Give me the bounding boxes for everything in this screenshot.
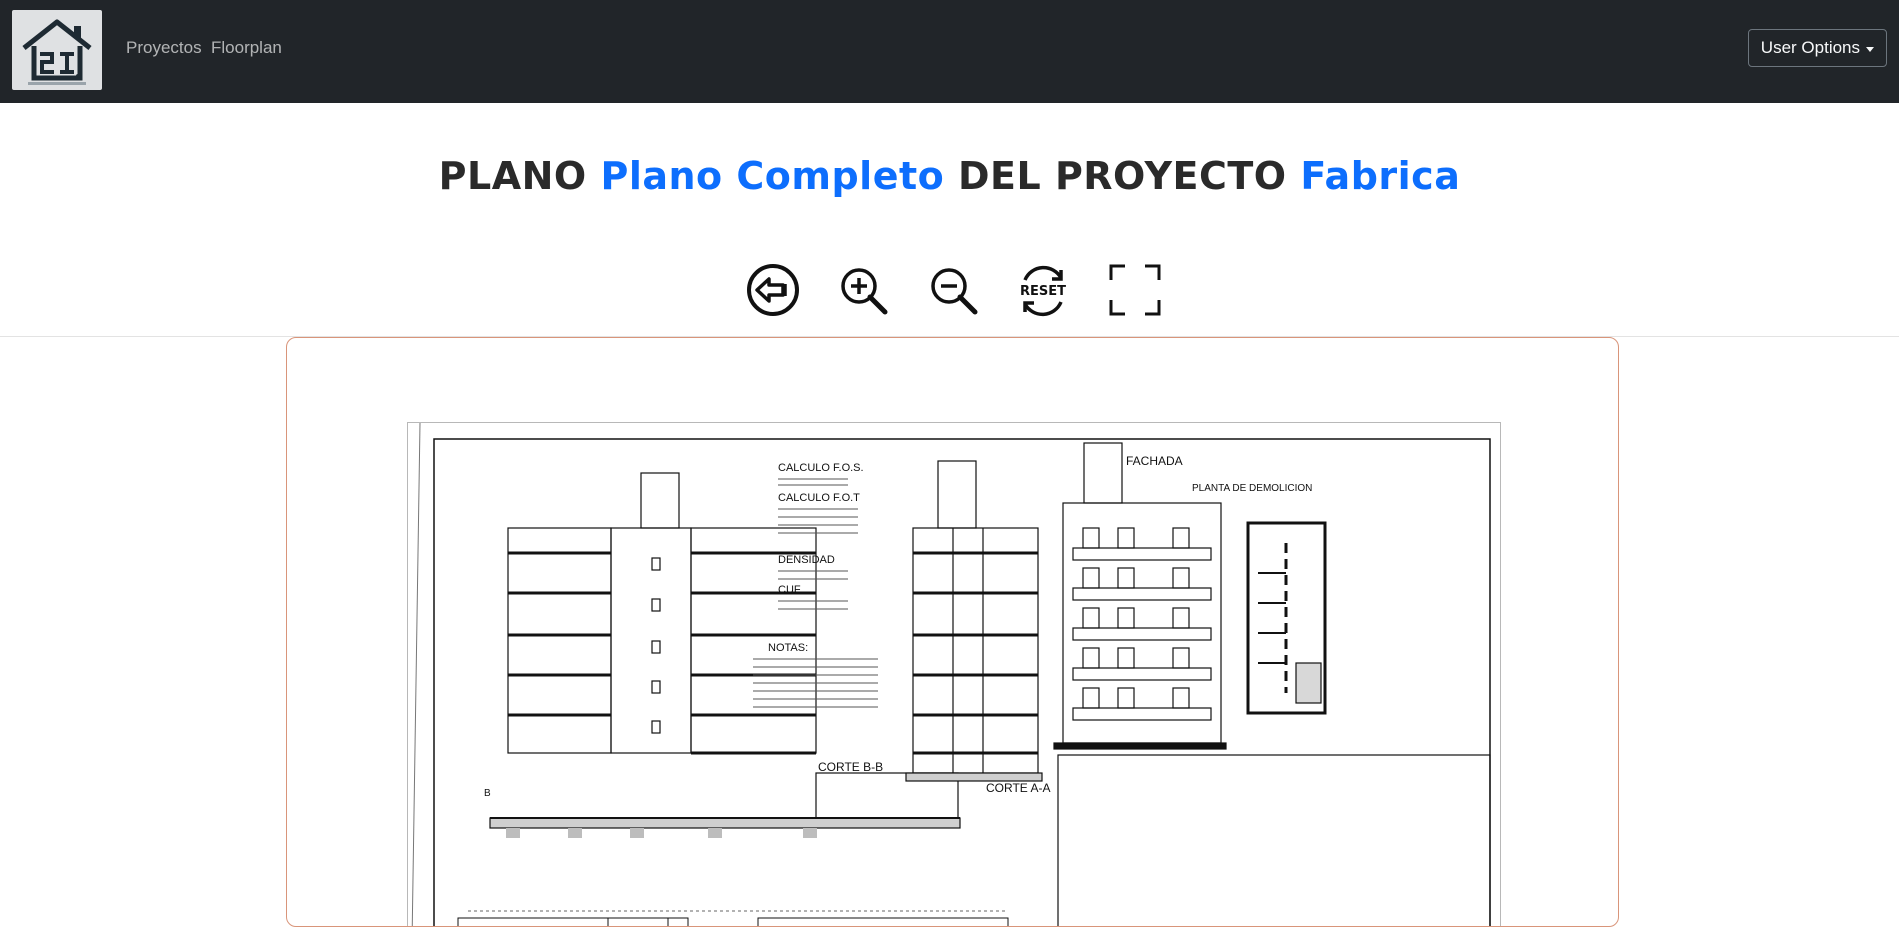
top-navbar: Proyectos Floorplan User Options (0, 0, 1899, 103)
plan-name: Plano Completo (600, 154, 945, 198)
floor-plan-fragments (457, 910, 1009, 926)
user-options-label: User Options (1760, 38, 1860, 57)
cuf-label: CUF (778, 584, 801, 596)
plan-viewer[interactable]: CALCULO F.O.S. CALCULO F.O.T DENSIDAD CU… (286, 337, 1619, 927)
plan-toolbar: RESET (745, 262, 1165, 318)
zoom-out-icon[interactable] (925, 262, 981, 318)
title-middle: DEL PROYECTO (958, 154, 1287, 198)
caret-down-icon (1866, 46, 1874, 52)
project-name: Fabrica (1300, 154, 1461, 198)
planta-demolicion-label: PLANTA DE DEMOLICION (1192, 483, 1312, 494)
section-a-drawing (905, 460, 1043, 782)
facade-drawing (1053, 442, 1491, 926)
fullscreen-icon[interactable] (1107, 262, 1163, 318)
reset-icon[interactable]: RESET (1015, 262, 1071, 318)
calculo-fos-label: CALCULO F.O.S. (778, 462, 864, 474)
page-title: PLANO Plano Completo DEL PROYECTO Fabric… (0, 148, 1899, 204)
reset-label: RESET (1020, 284, 1066, 299)
corte-bb-label: CORTE B-B (818, 760, 883, 774)
back-arrow-icon[interactable] (745, 262, 801, 318)
nav-link-floorplan[interactable]: Floorplan (211, 38, 282, 58)
nav-link-proyectos[interactable]: Proyectos (126, 38, 202, 58)
house-logo-icon[interactable] (12, 10, 102, 90)
corte-aa-label: CORTE A-A (986, 781, 1050, 795)
user-options-dropdown[interactable]: User Options (1747, 29, 1887, 67)
demolition-plan-drawing (1246, 521, 1327, 715)
fachada-label: FACHADA (1126, 454, 1183, 468)
section-b-fragment-label: B (484, 788, 491, 799)
title-prefix: PLANO (438, 154, 587, 198)
zoom-in-icon[interactable] (835, 262, 891, 318)
calculo-fot-label: CALCULO F.O.T (778, 492, 860, 504)
densidad-label: DENSIDAD (778, 554, 835, 566)
section-b-drawing (489, 472, 961, 838)
plan-image[interactable]: CALCULO F.O.S. CALCULO F.O.T DENSIDAD CU… (407, 422, 1501, 926)
notas-label: NOTAS: (768, 642, 808, 654)
